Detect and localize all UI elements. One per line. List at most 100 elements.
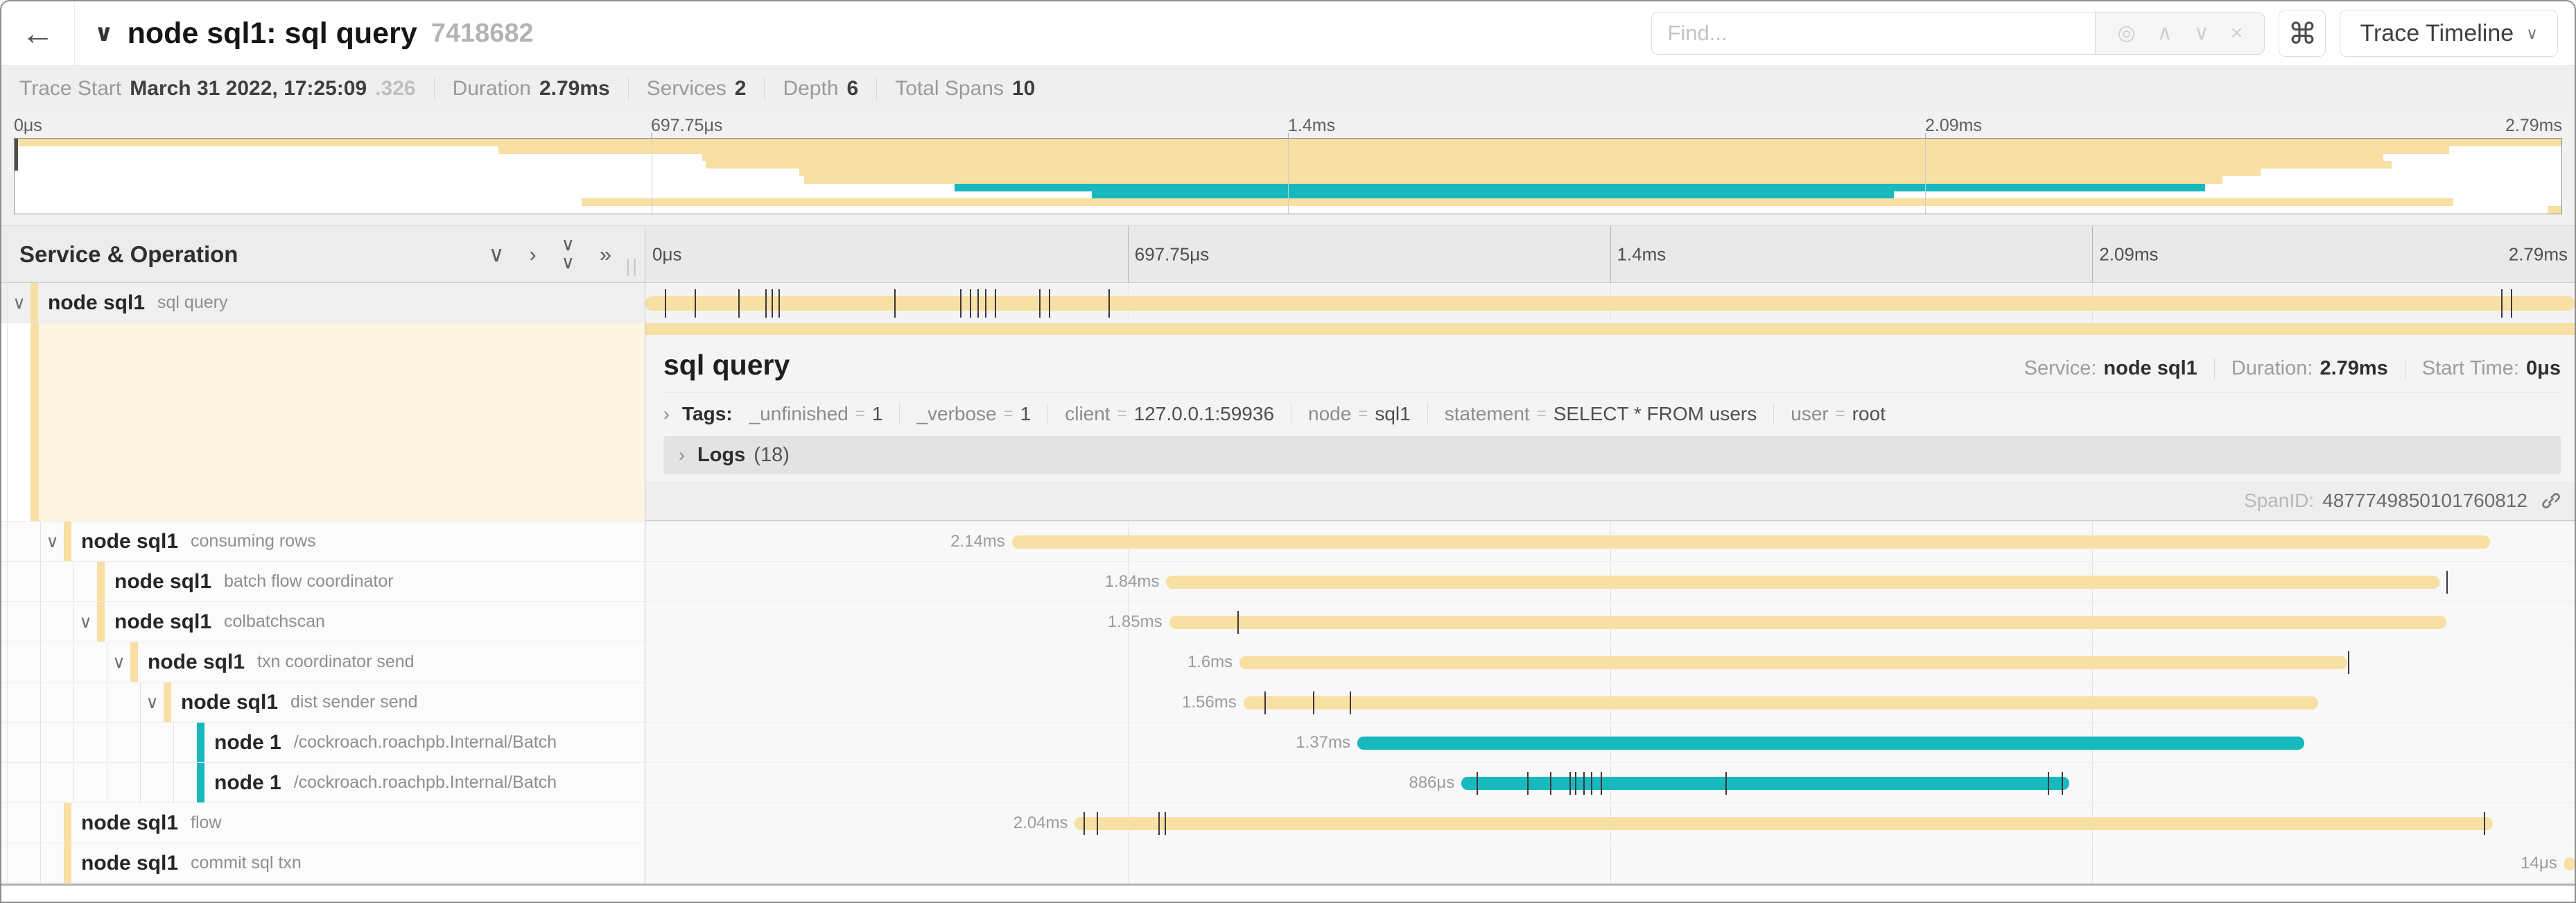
- timeline-grid-line: [1128, 763, 1129, 802]
- locate-icon[interactable]: ◎: [2118, 23, 2136, 44]
- timeline-grid-line: [2092, 843, 2093, 883]
- expand-all-icon[interactable]: »: [600, 243, 611, 265]
- span-timeline-cell[interactable]: 1.37ms: [645, 723, 2575, 763]
- clear-search-icon[interactable]: ×: [2231, 23, 2243, 44]
- tag-key: _verbose: [916, 403, 996, 425]
- ruler-tick-line: [1128, 226, 1129, 282]
- page-title: node sql1: sql query: [128, 17, 417, 51]
- span-timeline-cell[interactable]: [645, 283, 2575, 323]
- collapse-trace-chevron-icon[interactable]: ∨: [94, 19, 114, 47]
- span-timeline-cell[interactable]: 2.04ms: [645, 803, 2575, 843]
- span-duration-label: 1.56ms: [1182, 693, 1244, 712]
- span-bar[interactable]: [1244, 696, 2318, 710]
- tree-chevron-cell[interactable]: ∨: [140, 682, 164, 722]
- span-log-tick: [1165, 812, 1166, 835]
- service-name: node sql1: [48, 291, 145, 315]
- chevron-down-icon[interactable]: ∨: [12, 293, 25, 313]
- tree-row[interactable]: ∨node sql1colbatchscan: [1, 602, 645, 642]
- minimap-left-drag-handle[interactable]: [15, 139, 18, 171]
- depth-label: Depth: [783, 77, 838, 101]
- span-timeline-cell[interactable]: 14μs: [645, 843, 2575, 884]
- tag-equals: =: [1537, 404, 1547, 424]
- tree-row[interactable]: ∨node sql1sql query: [1, 283, 645, 323]
- logs-accordion[interactable]: › Logs (18): [663, 436, 2561, 474]
- span-detail-tree-cell[interactable]: [1, 323, 645, 522]
- find-suffix-controls: ◎ ∧ ∨ ×: [2095, 12, 2265, 55]
- service-name: node sql1: [148, 651, 245, 674]
- span-duration-label: 1.37ms: [1296, 733, 1357, 752]
- collapse-all-icon[interactable]: ∨∨: [562, 235, 575, 271]
- span-timeline-cell[interactable]: 886μs: [645, 763, 2575, 803]
- span-bar[interactable]: [1074, 817, 2493, 830]
- span-timeline-cell[interactable]: 2.14ms: [645, 522, 2575, 562]
- timeline-grid-line: [2092, 763, 2093, 802]
- chevron-down-icon[interactable]: ∨: [46, 531, 58, 552]
- tree-chevron-cell[interactable]: ∨: [73, 602, 97, 642]
- span-timeline-cell[interactable]: 1.84ms: [645, 562, 2575, 602]
- trace-start-label: Trace Start: [19, 77, 121, 101]
- divider: [876, 77, 877, 101]
- span-log-tick: [1049, 289, 1050, 318]
- tree-row[interactable]: ∨node sql1txn coordinator send: [1, 642, 645, 682]
- trace-meta-bar: Trace Start March 31 2022, 17:25:09.326 …: [1, 66, 2575, 112]
- span-rows: ∨node sql1sql query sql query Service: n…: [1, 283, 2575, 886]
- tree-chevron-cell[interactable]: ∨: [107, 642, 130, 682]
- duration-label: Duration: [453, 77, 531, 101]
- back-arrow-icon: ←: [21, 15, 55, 53]
- tag-item: statement=SELECT * FROM users: [1445, 403, 1757, 425]
- tree-indent-guide: [107, 723, 140, 762]
- span-timeline-cell[interactable]: 1.56ms: [645, 682, 2575, 723]
- span-log-tick: [2511, 289, 2512, 318]
- divider: [1773, 403, 1774, 425]
- span-timeline-cell[interactable]: 1.85ms: [645, 602, 2575, 642]
- minimap-canvas[interactable]: [14, 138, 2562, 214]
- span-timeline-cell[interactable]: 1.6ms: [645, 642, 2575, 682]
- span-bar[interactable]: [1239, 656, 2347, 669]
- expand-one-icon[interactable]: ›: [529, 243, 536, 265]
- tree-chevron-cell: [73, 562, 97, 601]
- find-input[interactable]: [1651, 12, 2095, 55]
- span-log-tick: [1084, 812, 1085, 835]
- span-bar[interactable]: [2564, 857, 2575, 870]
- tree-row[interactable]: node sql1flow: [1, 803, 645, 843]
- tree-row[interactable]: ∨node sql1consuming rows: [1, 522, 645, 562]
- operation-name: commit sql txn: [191, 853, 302, 873]
- span-bar[interactable]: [1166, 576, 2439, 589]
- ruler-tick-label: 2.09ms: [2099, 243, 2158, 265]
- span-row: ∨node sql1txn coordinator send1.6ms: [1, 642, 2575, 682]
- chevron-down-icon[interactable]: ∨: [112, 652, 125, 673]
- column-resizer-grip[interactable]: ||: [625, 255, 639, 277]
- collapse-one-icon[interactable]: ∨: [489, 243, 505, 265]
- tags-label: Tags:: [682, 403, 733, 425]
- span-bar[interactable]: [1357, 737, 2304, 750]
- tree-chevron-cell[interactable]: ∨: [7, 283, 31, 322]
- span-bar[interactable]: [1461, 777, 2069, 790]
- back-button[interactable]: ←: [1, 1, 75, 65]
- tree-row[interactable]: node 1/cockroach.roachpb.Internal/Batch: [1, 763, 645, 803]
- span-bar[interactable]: [645, 296, 2575, 311]
- tree-indent-guide: [140, 723, 173, 762]
- tags-accordion[interactable]: › Tags: _unfinished=1_verbose=1client=12…: [663, 403, 2561, 425]
- tag-value: 127.0.0.1:59936: [1134, 403, 1274, 425]
- chevron-down-icon[interactable]: ∨: [146, 692, 158, 713]
- tree-indent-guide: [7, 843, 40, 883]
- header-controls: ◎ ∧ ∨ × ⌘ Trace Timeline ∨: [1651, 10, 2558, 57]
- trace-view-selector-button[interactable]: Trace Timeline ∨: [2340, 10, 2558, 57]
- timeline-grid-line: [1610, 843, 1611, 883]
- trace-title-area[interactable]: ∨ node sql1: sql query 7418682: [94, 17, 1651, 51]
- span-id-value: 4877749850101760812: [2322, 490, 2527, 512]
- tree-chevron-cell[interactable]: ∨: [40, 522, 64, 561]
- keyboard-shortcuts-button[interactable]: ⌘: [2279, 10, 2326, 57]
- next-result-icon[interactable]: ∨: [2194, 23, 2209, 44]
- deep-link-icon[interactable]: [2540, 490, 2562, 512]
- prev-result-icon[interactable]: ∧: [2157, 23, 2173, 44]
- span-bar[interactable]: [1012, 535, 2490, 549]
- chevron-down-icon[interactable]: ∨: [79, 612, 92, 633]
- tag-key: node: [1308, 403, 1351, 425]
- tree-row[interactable]: node sql1batch flow coordinator: [1, 562, 645, 602]
- tree-row[interactable]: node 1/cockroach.roachpb.Internal/Batch: [1, 723, 645, 763]
- tree-row[interactable]: node sql1commit sql txn: [1, 843, 645, 884]
- span-bar[interactable]: [1169, 616, 2446, 629]
- tree-row[interactable]: ∨node sql1dist sender send: [1, 682, 645, 723]
- tree-indent-guide: [7, 602, 40, 642]
